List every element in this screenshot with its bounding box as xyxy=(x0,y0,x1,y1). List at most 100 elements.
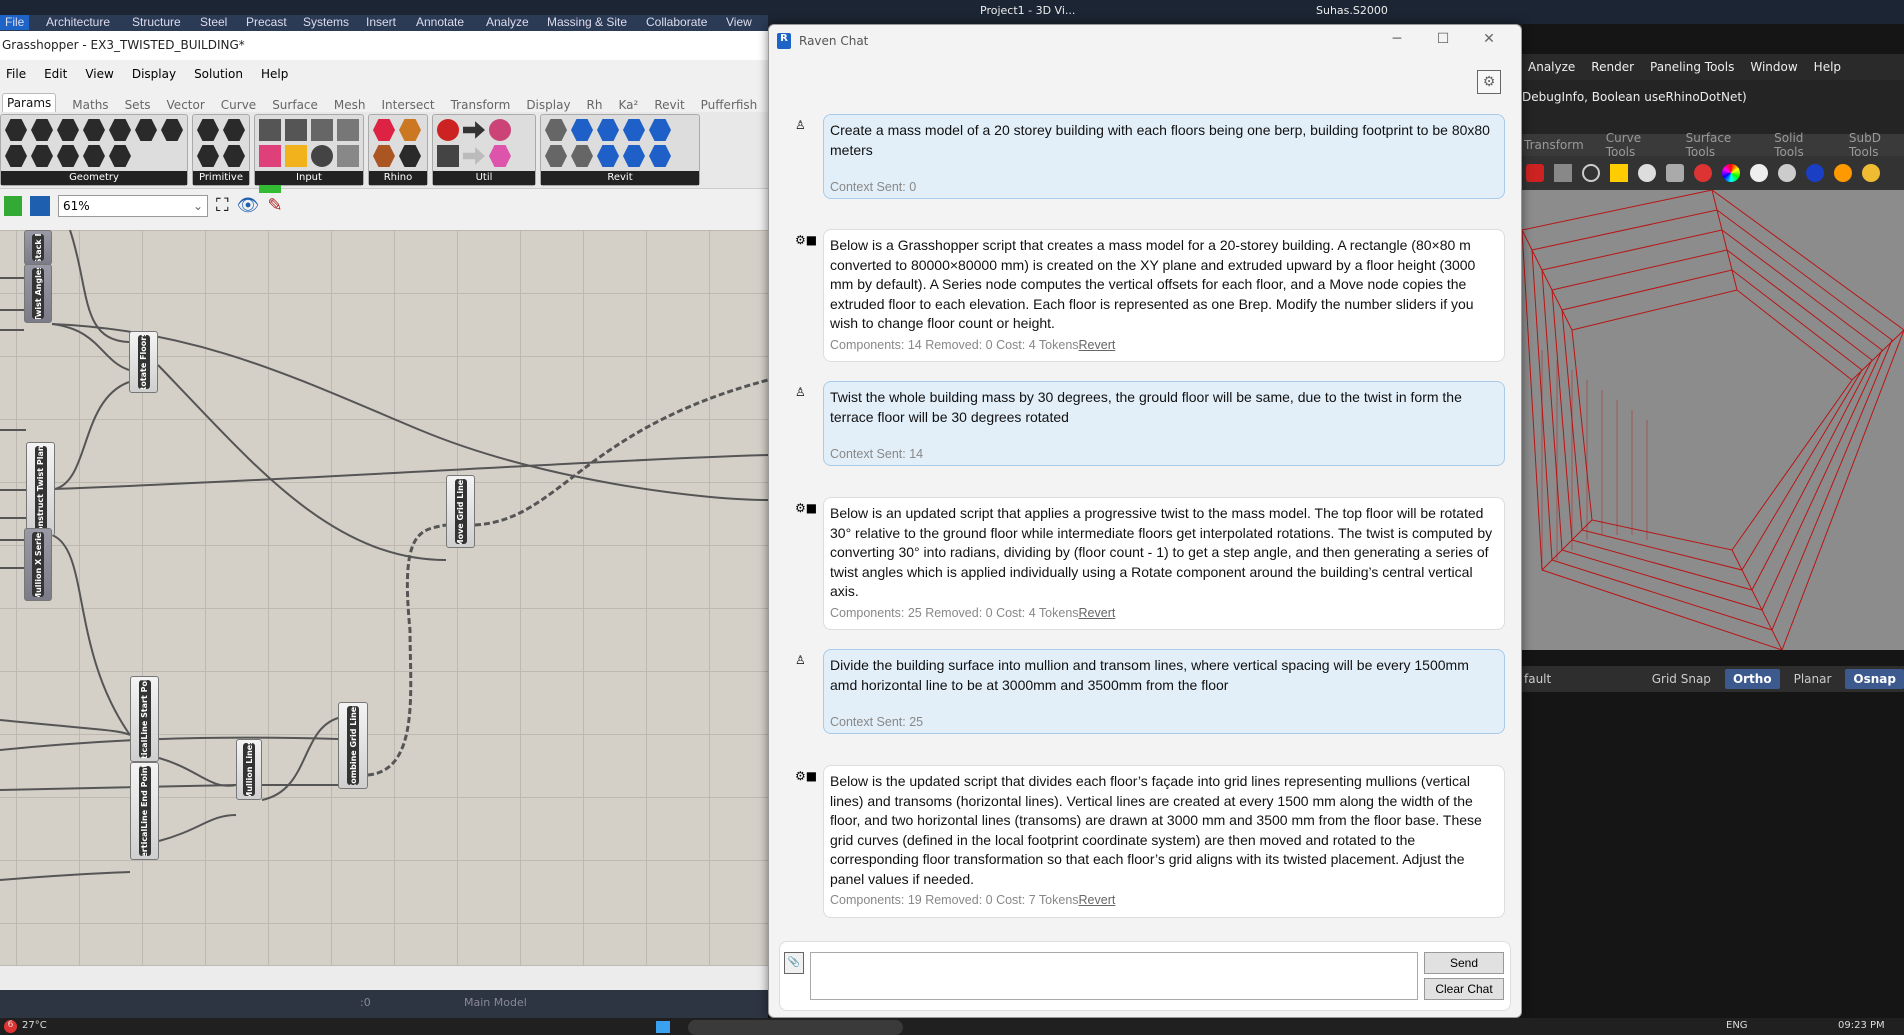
layer-icon[interactable] xyxy=(1694,164,1712,182)
rhino-viewport[interactable] xyxy=(1522,190,1904,650)
tab-surface-tools[interactable]: Surface Tools xyxy=(1686,131,1753,159)
node-construct-twist-plane[interactable]: Construct Twist Plane xyxy=(26,442,55,536)
tab-transform[interactable]: Transform xyxy=(1524,138,1584,152)
component-icon[interactable] xyxy=(545,119,567,141)
tab-mesh[interactable]: Mesh xyxy=(334,98,366,112)
menu-edit[interactable]: Edit xyxy=(44,67,67,81)
node-move-grid-lines[interactable]: Move Grid Lines xyxy=(446,475,475,548)
layer-name[interactable]: fault xyxy=(1524,672,1551,686)
sphere-icon[interactable] xyxy=(1750,164,1768,182)
sketch-pen-icon[interactable]: ✎ xyxy=(267,195,282,216)
component-icon[interactable] xyxy=(5,119,27,141)
menu-paneling-tools[interactable]: Paneling Tools xyxy=(1650,60,1734,74)
component-icon[interactable] xyxy=(109,145,131,167)
node-twist-angles[interactable]: Twist Angles xyxy=(24,264,52,323)
attach-button[interactable]: 📎 xyxy=(784,952,804,974)
gh-canvas[interactable]: Stack F Twist Angles Rotate Floors Const… xyxy=(0,230,768,965)
language-indicator[interactable]: ENG xyxy=(1726,1020,1748,1031)
osnap-toggle[interactable]: Osnap xyxy=(1845,669,1904,689)
color-wheel-icon[interactable] xyxy=(1722,164,1740,182)
menu-view[interactable]: View xyxy=(85,67,113,81)
component-icon[interactable] xyxy=(135,119,157,141)
component-icon[interactable] xyxy=(197,119,219,141)
node-mullion-x-series[interactable]: Mullion X Series xyxy=(24,528,52,601)
component-icon[interactable] xyxy=(5,145,27,167)
component-icon[interactable] xyxy=(649,145,671,167)
tab-maths[interactable]: Maths xyxy=(72,98,108,112)
revit-tab[interactable]: Massing & Site xyxy=(547,15,627,30)
component-icon[interactable] xyxy=(545,145,567,167)
revit-tab[interactable]: Steel xyxy=(200,15,227,30)
send-button[interactable]: Send xyxy=(1424,952,1504,974)
component-icon[interactable] xyxy=(597,145,619,167)
component-icon[interactable] xyxy=(57,119,79,141)
tab-transform[interactable]: Transform xyxy=(451,98,511,112)
toggle-icon[interactable] xyxy=(285,119,307,141)
component-icon[interactable] xyxy=(623,145,645,167)
component-icon[interactable] xyxy=(83,119,105,141)
image-sampler-icon[interactable] xyxy=(285,145,307,167)
component-icon[interactable] xyxy=(197,145,219,167)
tree-icon[interactable] xyxy=(437,145,459,167)
design-option[interactable]: Main Model xyxy=(464,996,527,1009)
clear-chat-button[interactable]: Clear Chat xyxy=(1424,978,1504,1000)
revert-link[interactable]: Revert xyxy=(1079,893,1116,907)
checkbox-icon[interactable] xyxy=(337,119,359,141)
flask-icon[interactable] xyxy=(489,119,511,141)
zoom-select[interactable]: 61% ⌄ xyxy=(58,194,208,217)
revit-tab[interactable]: Architecture xyxy=(46,15,110,30)
revert-link[interactable]: Revert xyxy=(1079,338,1116,352)
taskbar-search[interactable] xyxy=(688,1020,903,1035)
weather-temp[interactable]: 27°C xyxy=(22,1020,47,1031)
component-icon[interactable] xyxy=(83,145,105,167)
settings-button[interactable]: ⚙ xyxy=(1477,70,1501,94)
menu-analyze[interactable]: Analyze xyxy=(1528,60,1575,74)
node-combine-grid-lines[interactable]: Combine Grid Lines xyxy=(338,702,368,789)
circle-point-icon[interactable] xyxy=(1582,164,1600,182)
close-icon[interactable]: ✕ xyxy=(1479,31,1499,47)
arrow-icon[interactable] xyxy=(463,147,485,165)
car-icon[interactable] xyxy=(1526,164,1544,182)
user-name[interactable]: Suhas.S2000 xyxy=(1316,4,1388,17)
ortho-toggle[interactable]: Ortho xyxy=(1724,669,1780,689)
gear-icon[interactable] xyxy=(1862,164,1880,182)
value-list-icon[interactable] xyxy=(337,145,359,167)
cherry-icon[interactable] xyxy=(437,119,459,141)
clock[interactable]: 09:23 PM xyxy=(1838,1020,1885,1031)
minimize-icon[interactable]: ─ xyxy=(1387,31,1407,47)
component-icon[interactable] xyxy=(649,119,671,141)
revit-tab[interactable]: Annotate xyxy=(416,15,464,30)
zoom-extents-icon[interactable]: ⛶ xyxy=(216,195,229,216)
node-mullion-lines[interactable]: Mullion Lines xyxy=(236,739,262,800)
revit-tab[interactable]: Systems xyxy=(303,15,349,30)
node-vertical-start-points[interactable]: VerticalLine Start Points xyxy=(130,676,159,762)
revit-tab[interactable]: Collaborate xyxy=(646,15,707,30)
windows-start-icon[interactable] xyxy=(656,1021,670,1033)
planar-toggle[interactable]: Planar xyxy=(1794,672,1832,686)
menu-render[interactable]: Render xyxy=(1591,60,1634,74)
mesh-sphere-icon[interactable] xyxy=(1778,164,1796,182)
component-icon[interactable] xyxy=(399,119,421,141)
tab-solid-tools[interactable]: Solid Tools xyxy=(1774,131,1827,159)
button-icon[interactable] xyxy=(311,145,333,167)
tab-curve[interactable]: Curve xyxy=(221,98,256,112)
revit-tab[interactable]: Structure xyxy=(132,15,181,30)
tab-intersect[interactable]: Intersect xyxy=(382,98,435,112)
component-icon[interactable] xyxy=(31,119,53,141)
tab-vector[interactable]: Vector xyxy=(167,98,205,112)
component-icon[interactable] xyxy=(109,119,131,141)
revit-tab[interactable]: Precast xyxy=(246,15,287,30)
open-file-icon[interactable] xyxy=(4,195,22,216)
revit-tab[interactable]: View xyxy=(726,15,752,30)
tab-revit[interactable]: Revit xyxy=(654,98,684,112)
tab-params[interactable]: Params xyxy=(2,93,57,112)
component-icon[interactable] xyxy=(571,145,593,167)
lock-icon[interactable] xyxy=(1666,164,1684,182)
component-icon[interactable] xyxy=(57,145,79,167)
component-icon[interactable] xyxy=(223,145,245,167)
tab-display[interactable]: Display xyxy=(526,98,570,112)
menu-file[interactable]: File xyxy=(6,67,26,81)
slider-icon[interactable] xyxy=(259,119,281,141)
gradient-icon[interactable] xyxy=(259,145,281,167)
component-icon[interactable] xyxy=(373,145,395,167)
